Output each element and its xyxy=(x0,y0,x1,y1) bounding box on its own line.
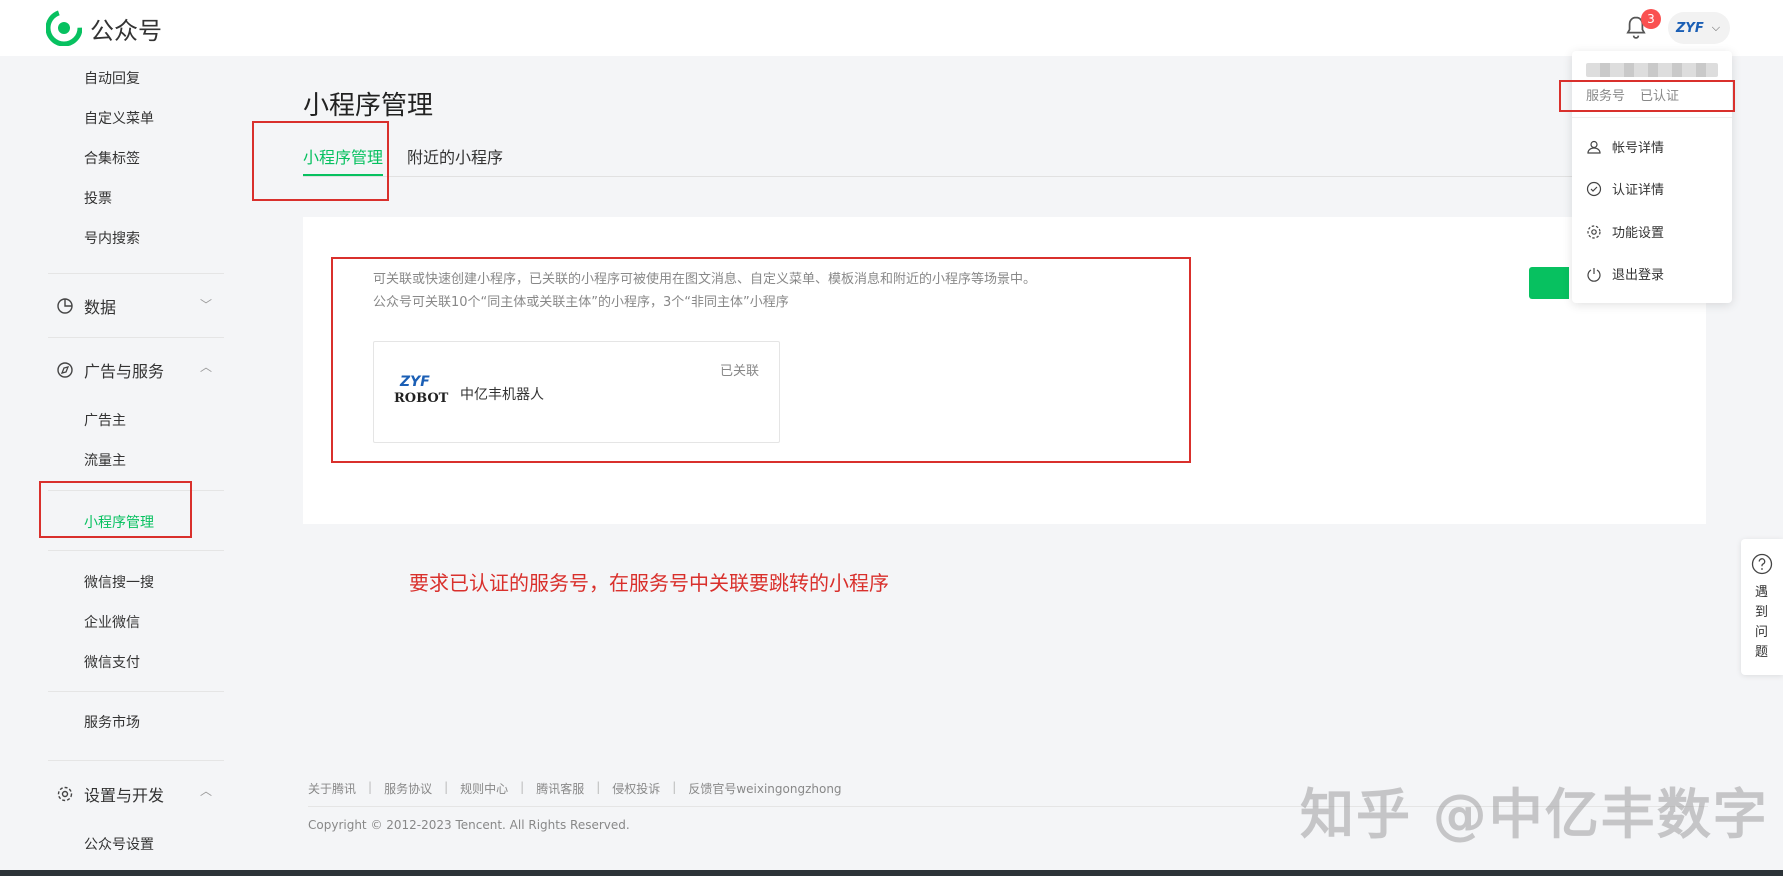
pie-chart-icon xyxy=(57,298,73,314)
sidebar-divider xyxy=(48,273,224,274)
menu-item-label: 帐号详情 xyxy=(1612,141,1665,156)
sidebar-divider xyxy=(48,550,224,551)
footer-link[interactable]: 侵权投诉 xyxy=(612,780,660,797)
sidebar-group-settings[interactable]: 设置与开发 xyxy=(56,782,164,806)
footer-separator: | xyxy=(368,780,373,794)
add-miniprogram-button[interactable] xyxy=(1529,267,1569,299)
footer-separator: | xyxy=(596,780,601,794)
sidebar-item-custom-menu[interactable]: 自定义菜单 xyxy=(84,108,154,128)
annotation-box-sidebar xyxy=(39,481,192,538)
footer-separator: | xyxy=(444,780,449,794)
menu-item-label: 功能设置 xyxy=(1612,226,1665,241)
avatar: ZYF xyxy=(1676,20,1704,36)
sidebar-item-vote[interactable]: 投票 xyxy=(84,188,112,208)
footer-link[interactable]: 关于腾讯 xyxy=(308,780,356,797)
menu-item-account-details[interactable]: 帐号详情 xyxy=(1586,137,1664,156)
sidebar-group-label: 数据 xyxy=(84,298,117,317)
chevron-up-icon[interactable]: ︿ xyxy=(200,358,212,375)
watermark: 知乎 @中亿丰数字 xyxy=(1300,783,1769,846)
tab-nearby-miniprogram[interactable]: 附近的小程序 xyxy=(407,144,503,168)
menu-item-label: 认证详情 xyxy=(1612,183,1665,198)
menu-item-logout[interactable]: 退出登录 xyxy=(1586,264,1664,283)
user-icon xyxy=(1587,140,1601,154)
sidebar-item-account-settings[interactable]: 公众号设置 xyxy=(84,834,154,854)
notification-badge: 3 xyxy=(1641,9,1661,29)
top-bar: 公众号 3 ZYF ⌵ xyxy=(0,0,1783,56)
sidebar-item-wechat-pay[interactable]: 微信支付 xyxy=(84,652,140,672)
sidebar-group-label: 广告与服务 xyxy=(84,362,165,381)
sidebar: 自动回复 自定义菜单 合集标签 投票 号内搜索 数据 ﹀ 广告与服务 ︿ 广告主… xyxy=(0,56,240,870)
sidebar-item-wecom[interactable]: 企业微信 xyxy=(84,612,140,632)
sidebar-item-collection-tags[interactable]: 合集标签 xyxy=(84,148,140,168)
logo[interactable]: 公众号 xyxy=(46,10,162,46)
footer-separator: | xyxy=(672,780,677,794)
annotation-box-verified xyxy=(1559,80,1735,112)
chevron-down-icon[interactable]: ﹀ xyxy=(200,296,212,313)
chevron-up-icon[interactable]: ︿ xyxy=(200,782,212,799)
annotation-note: 要求已认证的服务号，在服务号中关联要跳转的小程序 xyxy=(409,571,889,595)
page-title: 小程序管理 xyxy=(303,91,434,121)
annotation-box-content xyxy=(331,257,1191,463)
menu-item-feature-settings[interactable]: 功能设置 xyxy=(1586,222,1664,241)
footer-link[interactable]: 腾讯客服 xyxy=(536,780,584,797)
menu-item-label: 退出登录 xyxy=(1612,268,1665,283)
dropdown-divider xyxy=(1572,117,1732,118)
app-title: 公众号 xyxy=(90,16,162,45)
help-label: 遇到问题 xyxy=(1755,585,1769,660)
sidebar-item-auto-reply[interactable]: 自动回复 xyxy=(84,68,140,88)
copyright: Copyright © 2012-2023 Tencent. All Right… xyxy=(308,818,630,832)
footer-link[interactable]: 反馈官号weixingongzhong xyxy=(688,780,841,797)
footer-separator: | xyxy=(520,780,525,794)
menu-item-verify-details[interactable]: 认证详情 xyxy=(1586,179,1664,198)
check-circle-icon xyxy=(1586,181,1602,196)
sidebar-item-advertiser[interactable]: 广告主 xyxy=(84,410,126,430)
sidebar-group-label: 设置与开发 xyxy=(84,786,165,805)
help-float-button[interactable]: 遇到问题 xyxy=(1741,539,1783,675)
gear-icon xyxy=(57,786,73,802)
sidebar-divider xyxy=(48,760,224,761)
footer-link[interactable]: 服务协议 xyxy=(384,780,432,797)
sidebar-group-ads[interactable]: 广告与服务 xyxy=(56,358,164,382)
gear-icon xyxy=(1587,224,1601,239)
power-icon xyxy=(1587,267,1601,282)
bottom-bar xyxy=(0,870,1783,876)
compass-icon xyxy=(57,362,73,378)
sidebar-divider xyxy=(48,337,224,338)
wechat-mp-logo-icon xyxy=(46,10,82,46)
sidebar-group-data[interactable]: 数据 xyxy=(56,294,116,318)
sidebar-divider xyxy=(48,691,224,692)
sidebar-item-wechat-search[interactable]: 微信搜一搜 xyxy=(84,572,154,592)
tabs-divider xyxy=(303,176,1708,177)
account-avatar-button[interactable]: ZYF ⌵ xyxy=(1668,12,1730,44)
annotation-box-tab xyxy=(252,121,389,201)
footer-link[interactable]: 规则中心 xyxy=(460,780,508,797)
sidebar-item-service-market[interactable]: 服务市场 xyxy=(84,712,140,732)
blurred-account-name xyxy=(1586,63,1718,77)
question-icon xyxy=(1751,553,1773,575)
sidebar-item-search[interactable]: 号内搜索 xyxy=(84,228,140,248)
footer-links: 关于腾讯 | 服务协议 | 规则中心 | 腾讯客服 | 侵权投诉 | 反馈官号weixin… xyxy=(308,780,842,797)
sidebar-item-publisher[interactable]: 流量主 xyxy=(84,450,126,470)
chevron-down-icon: ⌵ xyxy=(1711,21,1721,34)
